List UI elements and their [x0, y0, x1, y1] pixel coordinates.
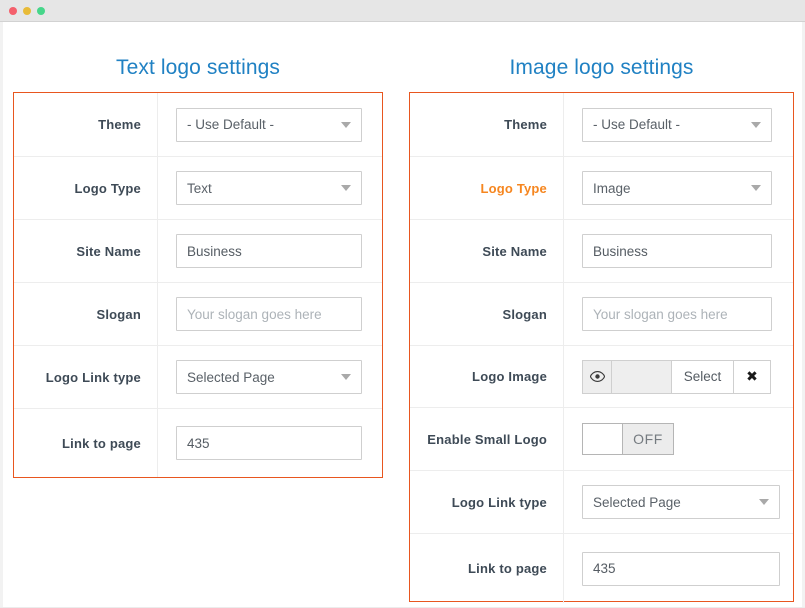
text-logo-panel-title: Text logo settings — [115, 56, 281, 79]
chevron-down-icon — [341, 374, 351, 380]
field-control-theme: - Use Default - — [158, 93, 382, 156]
site-name-input[interactable]: Business — [582, 234, 772, 268]
field-label-theme: Theme — [410, 93, 564, 156]
logo-link-type-select[interactable]: Selected Page — [582, 485, 780, 519]
chevron-down-icon — [751, 121, 761, 128]
field-label-slogan: Slogan — [410, 283, 564, 345]
site-name-input-value: Business — [593, 243, 648, 259]
logo-type-select-value: Text — [187, 180, 212, 196]
logo-type-select[interactable]: Text — [176, 171, 362, 205]
app-window: Text logo settings Theme - Use Default -… — [0, 0, 805, 608]
form-row-enable-small-logo: Enable Small Logo OFF — [410, 408, 793, 471]
window-title-bar — [0, 0, 805, 22]
field-control-site-name: Business — [158, 220, 382, 282]
field-label-logo-link-type: Logo Link type — [14, 346, 158, 408]
logo-image-picker: Select ✖ — [582, 359, 771, 394]
window-close-button[interactable] — [9, 6, 17, 15]
field-label-slogan: Slogan — [14, 283, 158, 345]
site-name-input[interactable]: Business — [176, 234, 362, 268]
toggle-knob — [583, 424, 623, 454]
form-row-link-to-page: Link to page 435 — [410, 534, 793, 603]
logo-image-select-button[interactable]: Select — [672, 360, 734, 393]
image-logo-settings-panel: Theme - Use Default - Logo Type Image Si… — [409, 92, 794, 603]
form-row-theme: Theme - Use Default - — [410, 93, 793, 157]
theme-select[interactable]: - Use Default - — [176, 107, 362, 142]
logo-type-select-value: Image — [593, 180, 631, 196]
field-control-logo-link-type: Selected Page — [158, 346, 382, 408]
field-label-theme: Theme — [14, 93, 158, 156]
form-row-slogan: Slogan Your slogan goes here — [410, 283, 793, 346]
logo-link-type-select-value: Selected Page — [593, 494, 681, 510]
window-minimize-button[interactable] — [23, 6, 31, 15]
form-row-logo-type: Logo Type Text — [14, 157, 382, 220]
form-row-link-to-page: Link to page 435 — [14, 409, 382, 477]
field-label-logo-type: Logo Type — [410, 157, 564, 219]
form-row-slogan: Slogan Your slogan goes here — [14, 283, 382, 346]
link-to-page-input-value: 435 — [593, 561, 616, 576]
logo-link-type-select[interactable]: Selected Page — [176, 360, 362, 394]
field-control-slogan: Your slogan goes here — [158, 283, 382, 345]
image-logo-panel-title: Image logo settings — [509, 56, 694, 79]
field-label-logo-type: Logo Type — [14, 157, 158, 219]
field-control-logo-type: Image — [564, 157, 793, 219]
form-row-theme: Theme - Use Default - — [14, 93, 382, 157]
field-control-site-name: Business — [564, 220, 793, 282]
field-control-logo-type: Text — [158, 157, 382, 219]
field-label-site-name: Site Name — [410, 220, 564, 282]
field-label-link-to-page: Link to page — [410, 534, 564, 603]
logo-type-select[interactable]: Image — [582, 171, 772, 205]
link-to-page-input-value: 435 — [187, 435, 210, 451]
eye-icon[interactable] — [583, 360, 612, 393]
site-name-input-value: Business — [187, 243, 242, 259]
form-row-logo-link-type: Logo Link type Selected Page — [14, 346, 382, 409]
slogan-input[interactable]: Your slogan goes here — [176, 297, 362, 331]
logo-link-type-select-value: Selected Page — [187, 369, 275, 385]
logo-image-filename[interactable] — [612, 360, 672, 393]
form-row-site-name: Site Name Business — [14, 220, 382, 283]
page-canvas: Text logo settings Theme - Use Default -… — [0, 22, 805, 608]
toggle-state-label: OFF — [623, 424, 673, 454]
link-to-page-input[interactable]: 435 — [582, 551, 780, 586]
field-label-logo-image: Logo Image — [410, 346, 564, 407]
slogan-input-placeholder: Your slogan goes here — [187, 306, 322, 322]
theme-select-value: - Use Default - — [593, 117, 681, 132]
theme-select-value: - Use Default - — [187, 117, 275, 132]
window-maximize-button[interactable] — [37, 6, 45, 15]
field-control-theme: - Use Default - — [564, 93, 793, 156]
field-label-site-name: Site Name — [14, 220, 158, 282]
text-logo-settings-panel: Theme - Use Default - Logo Type Text Sit… — [13, 92, 383, 478]
slogan-input[interactable]: Your slogan goes here — [582, 297, 772, 331]
chevron-down-icon — [341, 121, 351, 128]
field-label-enable-small-logo: Enable Small Logo — [410, 408, 564, 470]
theme-select[interactable]: - Use Default - — [582, 107, 772, 142]
field-label-logo-link-type: Logo Link type — [410, 471, 564, 533]
form-row-logo-link-type: Logo Link type Selected Page — [410, 471, 793, 534]
field-control-logo-image: Select ✖ — [564, 346, 793, 407]
slogan-input-placeholder: Your slogan goes here — [593, 306, 728, 322]
left-rail — [0, 22, 3, 608]
chevron-down-icon — [759, 499, 769, 505]
field-label-link-to-page: Link to page — [14, 409, 158, 477]
field-control-link-to-page: 435 — [564, 534, 793, 603]
link-to-page-input[interactable]: 435 — [176, 426, 362, 460]
form-row-logo-type: Logo Type Image — [410, 157, 793, 220]
field-control-slogan: Your slogan goes here — [564, 283, 793, 345]
field-control-link-to-page: 435 — [158, 409, 382, 477]
field-control-logo-link-type: Selected Page — [564, 471, 793, 533]
form-row-logo-image: Logo Image Select ✖ — [410, 346, 793, 408]
field-control-enable-small-logo: OFF — [564, 408, 793, 470]
chevron-down-icon — [341, 185, 351, 191]
form-row-site-name: Site Name Business — [410, 220, 793, 283]
chevron-down-icon — [751, 185, 761, 191]
enable-small-logo-toggle[interactable]: OFF — [582, 423, 674, 455]
close-icon[interactable]: ✖ — [734, 360, 770, 393]
